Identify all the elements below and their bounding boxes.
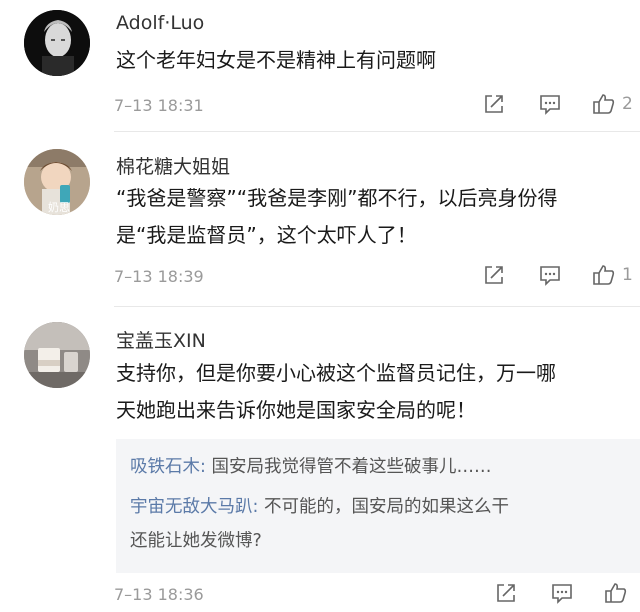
comment-text-line: 支持你，但是你要小心被这个监督员记住，万一哪 — [116, 361, 556, 385]
like-icon[interactable] — [592, 263, 616, 287]
like-count: 1 — [622, 265, 633, 285]
like-icon[interactable] — [604, 581, 628, 605]
comment-item: 宝盖玉XIN 支持你，但是你要小心被这个监督员记住，万一哪 天她跑出来告诉你她是… — [0, 307, 640, 612]
reply-author[interactable]: 吸铁石木: — [130, 457, 206, 477]
reply-text-continuation: 还能让她发微博? — [130, 531, 262, 551]
reply-text: 不可能的，国安局的如果这么干 — [258, 497, 509, 517]
comment-text-line: 天她跑出来告诉你她是国家安全局的呢！ — [116, 398, 476, 422]
reply-text: 国安局我觉得管不着这些破事儿…… — [205, 457, 492, 477]
reply-item[interactable]: 宇宙无敌大马趴: 不可能的，国安局的如果这么干 — [130, 493, 509, 518]
avatar-caption: 奶思 — [48, 200, 70, 214]
comment-actions: 1 — [0, 263, 640, 293]
avatar[interactable]: 奶思 — [24, 149, 90, 215]
avatar-cup-photo — [24, 322, 90, 388]
like-count: 2 — [622, 94, 633, 114]
comment-item: 奶思 棉花糖大姐姐 “我爸是警察”“我爸是李刚”都不行，以后亮身份得 是“我是监… — [0, 132, 640, 307]
comment-author[interactable]: Adolf·Luo — [116, 12, 204, 34]
reply-item[interactable]: 吸铁石木: 国安局我觉得管不着这些破事儿…… — [130, 453, 491, 478]
comment-icon[interactable] — [538, 263, 562, 287]
reply-author[interactable]: 宇宙无敌大马趴: — [130, 497, 258, 517]
comment-author[interactable]: 宝盖玉XIN — [116, 326, 206, 353]
avatar-portrait — [24, 10, 90, 76]
comment-author[interactable]: 棉花糖大姐姐 — [116, 152, 230, 179]
comment-icon[interactable] — [538, 92, 562, 116]
avatar[interactable] — [24, 10, 90, 76]
comment-icon[interactable] — [550, 581, 574, 605]
comment-actions — [0, 581, 640, 611]
comment-actions: 2 — [0, 92, 640, 122]
like-icon[interactable] — [592, 92, 616, 116]
share-icon[interactable] — [494, 581, 518, 605]
comment-item: Adolf·Luo 这个老年妇女是不是精神上有问题啊 7–13 18:31 2 — [0, 0, 640, 132]
comment-text-line: 这个老年妇女是不是精神上有问题啊 — [116, 48, 436, 72]
comment-text-line: 是“我是监督员”，这个太吓人了！ — [116, 223, 417, 247]
reply-box[interactable]: 吸铁石木: 国安局我觉得管不着这些破事儿…… 宇宙无敌大马趴: 不可能的，国安局… — [116, 439, 640, 573]
comment-text-line: “我爸是警察”“我爸是李刚”都不行，以后亮身份得 — [116, 186, 558, 210]
avatar-child-photo: 奶思 — [24, 149, 90, 215]
share-icon[interactable] — [482, 92, 506, 116]
avatar[interactable] — [24, 322, 90, 388]
share-icon[interactable] — [482, 263, 506, 287]
